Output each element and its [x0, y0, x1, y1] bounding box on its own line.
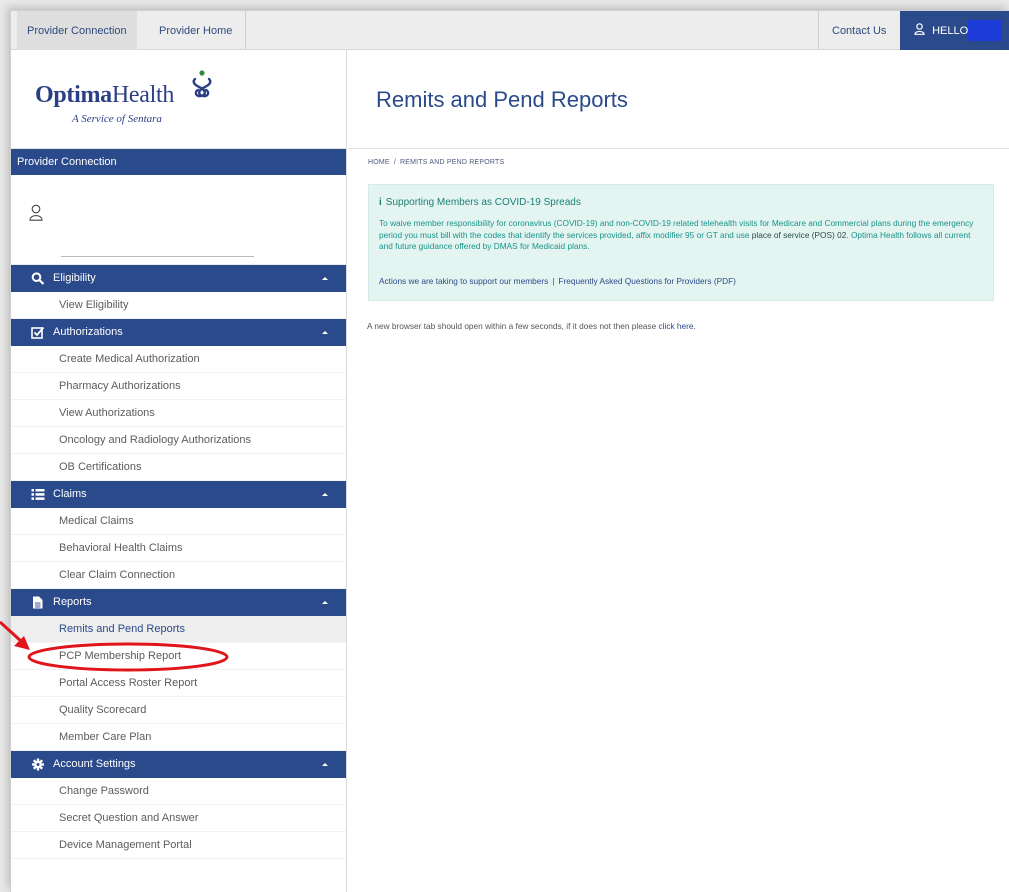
- sidebar-item-medical-claims[interactable]: Medical Claims: [11, 508, 346, 535]
- notice-title: i Supporting Members as COVID-19 Spreads: [379, 197, 581, 208]
- contact-us-link[interactable]: Contact Us: [822, 11, 896, 50]
- breadcrumb-home-link[interactable]: HOME: [368, 159, 390, 166]
- sidebar-item-change-password[interactable]: Change Password: [11, 778, 346, 805]
- breadcrumb-current: REMITS AND PEND REPORTS: [399, 159, 505, 166]
- actions-support-link[interactable]: Actions we are taking to support our mem…: [379, 276, 548, 286]
- sidebar-item-member-care-plan[interactable]: Member Care Plan: [11, 724, 346, 751]
- sidebar-item-quality-scorecard[interactable]: Quality Scorecard: [11, 697, 346, 724]
- collapse-caret-icon[interactable]: [322, 331, 328, 334]
- notice-links: Actions we are taking to support our mem…: [379, 276, 736, 286]
- sidebar-item-behavioral-health-claims[interactable]: Behavioral Health Claims: [11, 535, 346, 562]
- sidebar-item-secret-question-and-answer[interactable]: Secret Question and Answer: [11, 805, 346, 832]
- collapse-caret-icon[interactable]: [322, 277, 328, 280]
- sidebar-item-ob-certifications[interactable]: OB Certifications: [11, 454, 346, 481]
- tab-divider: [818, 11, 819, 50]
- main-content: Remits and Pend Reports HOME / REMITS AND …: [348, 50, 1009, 892]
- page-header: Remits and Pend Reports: [348, 50, 1009, 149]
- section-label: Reports: [53, 596, 92, 608]
- sidebar-item-oncology-radiology-authorizations[interactable]: Oncology and Radiology Authorizations: [11, 427, 346, 454]
- collapse-caret-icon[interactable]: [322, 493, 328, 496]
- user-menu-button[interactable]: HELLO: [900, 11, 1009, 50]
- sidebar-item-pcp-membership-report[interactable]: PCP Membership Report: [11, 643, 346, 670]
- redacted-username: [968, 20, 1002, 41]
- sidebar-header: Provider Connection: [11, 149, 346, 175]
- document-icon: [33, 596, 43, 609]
- collapse-caret-icon[interactable]: [322, 763, 328, 766]
- sidebar-item-create-medical-authorization[interactable]: Create Medical Authorization: [11, 346, 346, 373]
- page-title: Remits and Pend Reports: [376, 87, 628, 112]
- section-label: Eligibility: [53, 272, 96, 284]
- link-separator: |: [552, 276, 555, 286]
- profile-area: [11, 175, 346, 265]
- click-here-link[interactable]: click here.: [659, 321, 696, 331]
- user-avatar-icon: [29, 204, 43, 221]
- gear-icon: [32, 758, 44, 771]
- faq-providers-link[interactable]: Frequently Asked Questions for Providers…: [558, 276, 736, 286]
- top-nav-bar: Provider Connection Provider Home Contac…: [11, 11, 1009, 50]
- notice-body: To waive member responsibility for coron…: [379, 218, 974, 251]
- hello-label: HELLO: [932, 25, 969, 37]
- section-label: Claims: [53, 488, 87, 500]
- brand-name: OptimaHealth A Service of Sentara: [35, 82, 175, 125]
- sidebar-section-claims[interactable]: Claims: [11, 481, 346, 508]
- browser-page: Provider Connection Provider Home Contac…: [10, 10, 1009, 892]
- notice-bold-text: place of service (POS) 02: [751, 229, 847, 240]
- tab-divider: [245, 11, 246, 50]
- section-label: Authorizations: [53, 326, 123, 338]
- new-tab-message: A new browser tab should open within a f…: [367, 321, 696, 331]
- checkbox-icon: [31, 326, 45, 339]
- sidebar-item-device-management-portal[interactable]: Device Management Portal: [11, 832, 346, 859]
- sidebar-item-portal-access-roster-report[interactable]: Portal Access Roster Report: [11, 670, 346, 697]
- sidebar-item-view-authorizations[interactable]: View Authorizations: [11, 400, 346, 427]
- covid-notice-banner: i Supporting Members as COVID-19 Spreads …: [368, 184, 994, 301]
- info-icon: i: [379, 197, 382, 208]
- sidebar-section-account-settings[interactable]: Account Settings: [11, 751, 346, 778]
- section-label: Account Settings: [53, 758, 136, 770]
- sidebar-item-remits-and-pend-reports[interactable]: Remits and Pend Reports: [11, 616, 346, 643]
- tab-provider-home[interactable]: Provider Home: [149, 11, 242, 50]
- sidebar-section-eligibility[interactable]: Eligibility: [11, 265, 346, 292]
- brand-tagline: A Service of Sentara: [72, 113, 162, 125]
- sidebar-section-reports[interactable]: Reports: [11, 589, 346, 616]
- optima-logo-icon: [192, 70, 212, 98]
- sidebar-item-pharmacy-authorizations[interactable]: Pharmacy Authorizations: [11, 373, 346, 400]
- user-icon: [914, 23, 925, 35]
- tab-provider-connection[interactable]: Provider Connection: [17, 11, 137, 50]
- sidebar-section-authorizations[interactable]: Authorizations: [11, 319, 346, 346]
- logo[interactable]: OptimaHealth A Service of Sentara: [11, 50, 346, 149]
- breadcrumb: HOME / REMITS AND PEND REPORTS: [368, 159, 504, 166]
- sidebar-item-view-eligibility[interactable]: View Eligibility: [11, 292, 346, 319]
- sidebar-item-clear-claim-connection[interactable]: Clear Claim Connection: [11, 562, 346, 589]
- sidebar: OptimaHealth A Service of Sentara Provid…: [11, 50, 347, 892]
- collapse-caret-icon[interactable]: [322, 601, 328, 604]
- list-icon: [31, 489, 45, 500]
- breadcrumb-separator: /: [393, 159, 396, 166]
- profile-underline: [61, 256, 254, 257]
- search-icon: [31, 272, 45, 285]
